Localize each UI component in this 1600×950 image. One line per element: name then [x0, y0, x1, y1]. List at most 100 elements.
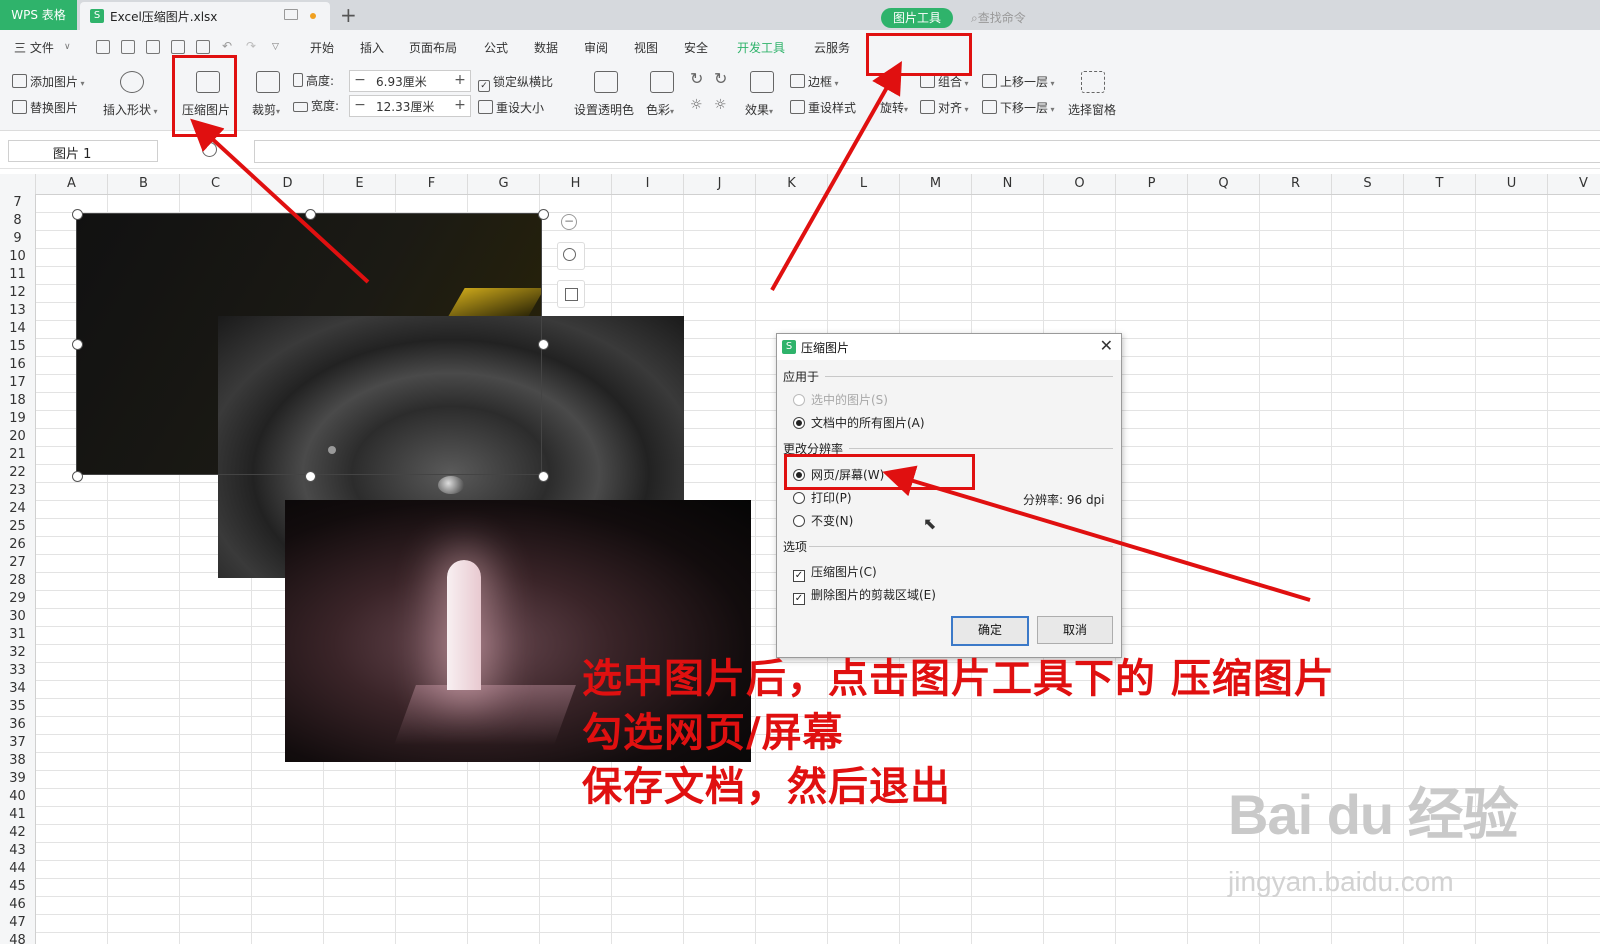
- print-icon[interactable]: [171, 40, 185, 54]
- row-header-31[interactable]: 31: [0, 626, 35, 644]
- align-button[interactable]: 对齐 ▾: [920, 99, 969, 116]
- column-header-s[interactable]: S: [1332, 174, 1404, 194]
- chevron-down-icon[interactable]: ∨: [64, 42, 71, 52]
- row-header-24[interactable]: 24: [0, 500, 35, 518]
- row-header-17[interactable]: 17: [0, 374, 35, 392]
- new-tab-button[interactable]: +: [340, 3, 357, 27]
- bring-forward-button[interactable]: 上移一层 ▾: [982, 73, 1055, 90]
- row-header-9[interactable]: 9: [0, 230, 35, 248]
- reset-style-button[interactable]: 重设样式: [790, 99, 856, 116]
- column-header-d[interactable]: D: [252, 174, 324, 194]
- export-icon[interactable]: [146, 40, 160, 54]
- column-header-a[interactable]: A: [36, 174, 108, 194]
- row-header-20[interactable]: 20: [0, 428, 35, 446]
- row-header-28[interactable]: 28: [0, 572, 35, 590]
- height-value[interactable]: 6.93厘米: [376, 73, 427, 90]
- rotate-right-icon[interactable]: ↻: [714, 69, 727, 88]
- row-header-19[interactable]: 19: [0, 410, 35, 428]
- column-header-f[interactable]: F: [396, 174, 468, 194]
- zoom-picture-button[interactable]: [557, 242, 585, 270]
- resize-handle[interactable]: [305, 471, 316, 482]
- radio-no-change[interactable]: 不变(N): [793, 512, 853, 529]
- dialog-titlebar[interactable]: S 压缩图片 ✕: [777, 334, 1121, 360]
- height-increase-button[interactable]: +: [450, 71, 470, 91]
- column-header-j[interactable]: J: [684, 174, 756, 194]
- row-header-13[interactable]: 13: [0, 302, 35, 320]
- wps-app-tab[interactable]: WPS 表格: [0, 0, 77, 30]
- width-value[interactable]: 12.33厘米: [376, 98, 434, 115]
- border-button[interactable]: 边框 ▾: [790, 73, 839, 90]
- row-header-14[interactable]: 14: [0, 320, 35, 338]
- row-header-44[interactable]: 44: [0, 860, 35, 878]
- column-header-c[interactable]: C: [180, 174, 252, 194]
- column-header-k[interactable]: K: [756, 174, 828, 194]
- crop-button[interactable]: 裁剪▾: [252, 101, 280, 118]
- row-header-10[interactable]: 10: [0, 248, 35, 266]
- lock-ratio-checkbox[interactable]: ✓ 锁定纵横比: [478, 73, 553, 92]
- tab-formulas[interactable]: 公式: [484, 39, 508, 56]
- replace-picture-button[interactable]: 替换图片: [12, 99, 78, 116]
- resize-handle[interactable]: [538, 471, 549, 482]
- column-header-u[interactable]: U: [1476, 174, 1548, 194]
- column-header-v[interactable]: V: [1548, 174, 1600, 194]
- row-header-38[interactable]: 38: [0, 752, 35, 770]
- row-header-39[interactable]: 39: [0, 770, 35, 788]
- row-header-7[interactable]: 7: [0, 194, 35, 212]
- set-transparent-icon[interactable]: [594, 71, 618, 93]
- row-header-8[interactable]: 8: [0, 212, 35, 230]
- selection-pane-icon[interactable]: [1081, 71, 1105, 93]
- row-header-12[interactable]: 12: [0, 284, 35, 302]
- row-header-42[interactable]: 42: [0, 824, 35, 842]
- selection-pane-button[interactable]: 选择窗格: [1068, 101, 1116, 118]
- formula-bar[interactable]: [254, 140, 1600, 163]
- rotate-button[interactable]: 旋转▾: [880, 99, 908, 116]
- name-box[interactable]: 图片 1 ▾: [8, 140, 158, 162]
- rotate-left-icon[interactable]: ↻: [690, 69, 703, 88]
- resize-handle[interactable]: [72, 471, 83, 482]
- row-header-46[interactable]: 46: [0, 896, 35, 914]
- row-header-22[interactable]: 22: [0, 464, 35, 482]
- row-header-27[interactable]: 27: [0, 554, 35, 572]
- row-header-18[interactable]: 18: [0, 392, 35, 410]
- resize-handle[interactable]: [538, 209, 549, 220]
- collapse-icon[interactable]: −: [561, 214, 577, 230]
- column-header-o[interactable]: O: [1044, 174, 1116, 194]
- file-menu[interactable]: 三 文件: [14, 39, 54, 56]
- resize-handle[interactable]: [72, 209, 83, 220]
- width-decrease-button[interactable]: −: [350, 96, 370, 116]
- more-icon[interactable]: ▽: [272, 42, 279, 52]
- tab-view[interactable]: 视图: [634, 39, 658, 56]
- column-header-h[interactable]: H: [540, 174, 612, 194]
- row-header-11[interactable]: 11: [0, 266, 35, 284]
- radio-all-pictures[interactable]: 文档中的所有图片(A): [793, 414, 925, 431]
- cancel-button[interactable]: 取消: [1037, 616, 1113, 644]
- row-header-25[interactable]: 25: [0, 518, 35, 536]
- tab-picture-tools[interactable]: 图片工具: [881, 8, 953, 28]
- undo-icon[interactable]: ↶: [222, 39, 232, 53]
- row-header-45[interactable]: 45: [0, 878, 35, 896]
- column-header-m[interactable]: M: [900, 174, 972, 194]
- row-header-32[interactable]: 32: [0, 644, 35, 662]
- tab-cloud[interactable]: 云服务: [814, 39, 850, 56]
- row-header-15[interactable]: 15: [0, 338, 35, 356]
- send-backward-button[interactable]: 下移一层 ▾: [982, 99, 1055, 116]
- open-icon[interactable]: [96, 40, 110, 54]
- height-decrease-button[interactable]: −: [350, 71, 370, 91]
- row-header-33[interactable]: 33: [0, 662, 35, 680]
- row-header-23[interactable]: 23: [0, 482, 35, 500]
- tab-security[interactable]: 安全: [684, 39, 708, 56]
- reset-size-button[interactable]: 重设大小: [478, 99, 544, 116]
- tab-page-layout[interactable]: 页面布局: [409, 39, 457, 56]
- crop-picture-button[interactable]: [557, 280, 585, 308]
- row-header-36[interactable]: 36: [0, 716, 35, 734]
- column-header-q[interactable]: Q: [1188, 174, 1260, 194]
- add-picture-button[interactable]: 添加图片 ▾: [12, 73, 85, 90]
- column-header-t[interactable]: T: [1404, 174, 1476, 194]
- tab-review[interactable]: 审阅: [584, 39, 608, 56]
- resize-handle[interactable]: [538, 339, 549, 350]
- command-search[interactable]: ⌕查找命令: [971, 9, 1026, 26]
- brightness-icon[interactable]: ☼: [690, 97, 703, 113]
- color-icon[interactable]: [650, 71, 674, 93]
- save-icon[interactable]: [121, 40, 135, 54]
- tab-data[interactable]: 数据: [534, 39, 558, 56]
